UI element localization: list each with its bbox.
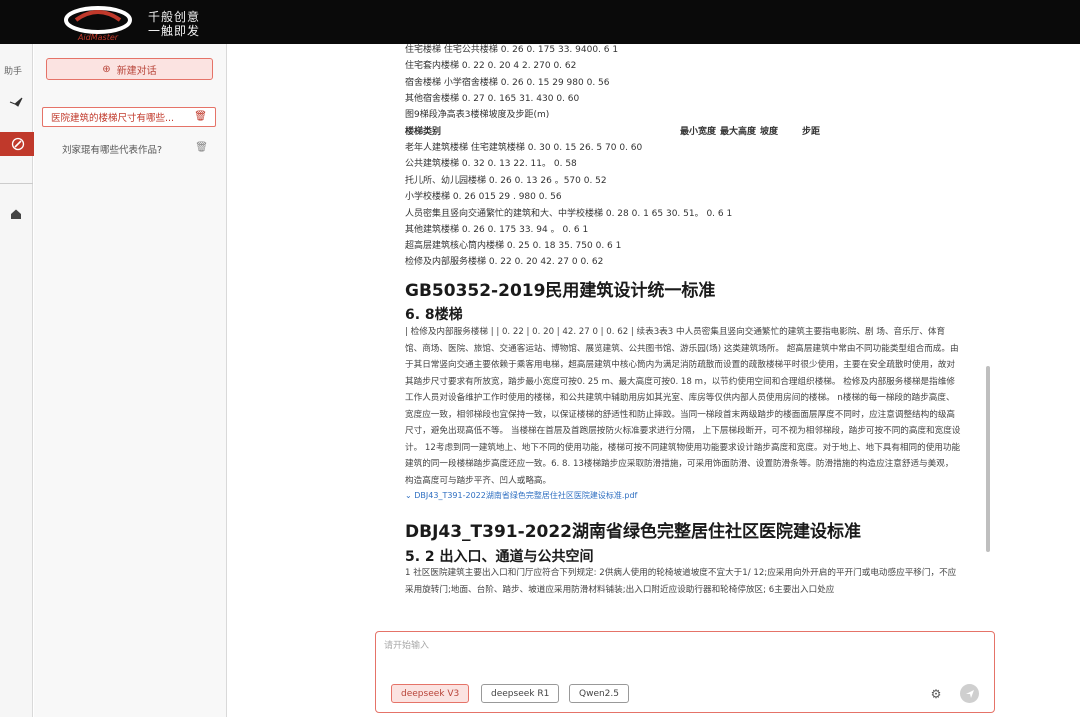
aidmaster-logo: AidMaster xyxy=(64,6,132,42)
answer-content: 住宅楼梯 住宅公共楼梯 0. 26 0. 175 33. 9400. 6 1 住… xyxy=(382,44,988,604)
table-row: 检修及内部服务楼梯 0. 22 0. 20 42. 27 0 0. 62 xyxy=(405,257,604,267)
model-qwen-button[interactable]: Qwen2.5 xyxy=(569,684,629,703)
section-subheading: 6. 8楼梯 xyxy=(405,307,463,323)
table-header-slope: 坡度 xyxy=(760,127,779,137)
conversation-sidebar: ⊕ 新建对话 医院建筑的楼梯尺寸有哪些... 🗑 刘家琨有哪些代表作品? 🗑 xyxy=(34,44,227,717)
table-row: 小学校楼梯 0. 26 015 29 . 980 0. 56 xyxy=(405,192,562,202)
table-row: 老年人建筑楼梯 住宅建筑楼梯 0. 30 0. 15 26. 5 70 0. 6… xyxy=(405,143,643,153)
model-deepseek-r1-button[interactable]: deepseek R1 xyxy=(481,684,560,703)
table-row: 其他建筑楼梯 0. 26 0. 175 33. 94 。 0. 6 1 xyxy=(405,225,589,235)
left-rail: 助手 xyxy=(0,44,36,717)
pdf-source-link[interactable]: ⌄ DBJ43_T391-2022湖南省绿色完整居住社区医院建设标准.pdf xyxy=(405,490,637,501)
table-row: 住宅楼梯 住宅公共楼梯 0. 26 0. 175 33. 9400. 6 1 xyxy=(405,45,619,55)
home-icon[interactable] xyxy=(8,206,24,222)
table-header-step: 步距 xyxy=(802,127,821,137)
table-row: 其他宿舍楼梯 0. 27 0. 165 31. 430 0. 60 xyxy=(405,94,580,104)
slogan-line-1: 千般创意 xyxy=(148,10,201,24)
table-header-max-height: 最大高度 xyxy=(720,127,757,137)
slogan: 千般创意 一触即发 xyxy=(148,10,200,38)
table-row: 公共建筑楼梯 0. 32 0. 13 22. 11。 0. 58 xyxy=(405,159,577,169)
plus-circle-icon: ⊕ xyxy=(102,63,111,75)
conversation-item[interactable]: 刘家琨有哪些代表作品? 🗑 xyxy=(42,139,216,159)
conversation-item-active[interactable]: 医院建筑的楼梯尺寸有哪些... 🗑 xyxy=(42,107,216,127)
slogan-line-2: 一触即发 xyxy=(148,24,201,38)
send-icon[interactable] xyxy=(960,684,979,703)
assistant-label: 助手 xyxy=(4,67,23,77)
pen-icon[interactable] xyxy=(0,132,36,156)
table-row: 托儿所、幼儿园楼梯 0. 26 0. 13 26 。570 0. 52 xyxy=(405,176,607,186)
top-bar: AidMaster 千般创意 一触即发 xyxy=(0,0,1080,44)
table-caption: 图9梯段净高表3楼梯坡度及步距(m) xyxy=(405,110,550,120)
table-row: 住宅套内楼梯 0. 22 0. 20 4 2. 270 0. 62 xyxy=(405,61,577,71)
section-subheading: 5. 2 出入口、通道与公共空间 xyxy=(405,549,594,565)
svg-text:AidMaster: AidMaster xyxy=(77,33,119,42)
section-heading: GB50352-2019民用建筑设计统一标准 xyxy=(405,281,716,301)
conversation-title: 医院建筑的楼梯尺寸有哪些... xyxy=(51,113,175,124)
trash-icon[interactable]: 🗑 xyxy=(195,142,208,153)
content-scrollbar[interactable] xyxy=(986,366,990,552)
trash-icon[interactable]: 🗑 xyxy=(194,111,207,122)
table-row: 超高层建筑核心筒内楼梯 0. 25 0. 18 35. 750 0. 6 1 xyxy=(405,241,622,251)
message-input[interactable]: 请开始输入 xyxy=(384,638,429,651)
section-paragraph: 1 社区医院建筑主要出入口和门厅应符合下列规定: 2供病人使用的轮椅坡道坡度不宜… xyxy=(405,568,957,595)
new-chat-label: 新建对话 xyxy=(116,65,157,77)
table-header-category: 楼梯类别 xyxy=(405,127,442,137)
rail-divider xyxy=(0,183,33,184)
chevron-down-icon: ⌄ xyxy=(405,491,415,500)
section-paragraph: | 检修及内部服务楼梯 | | 0. 22 | 0. 20 | 42. 27 0… xyxy=(405,327,961,486)
table-header-min-width: 最小宽度 xyxy=(680,127,717,137)
conversation-title: 刘家琨有哪些代表作品? xyxy=(62,145,163,156)
chat-composer[interactable]: 请开始输入 deepseek V3 deepseek R1 Qwen2.5 ⚙ xyxy=(375,631,995,713)
pdf-link-text: DBJ43_T391-2022湖南省绿色完整居住社区医院建设标准.pdf xyxy=(414,491,638,500)
bird-icon[interactable] xyxy=(8,94,24,110)
gear-icon[interactable]: ⚙ xyxy=(927,685,945,703)
table-row: 宿舍楼梯 小学宿舍楼梯 0. 26 0. 15 29 980 0. 56 xyxy=(405,78,610,88)
new-chat-button[interactable]: ⊕ 新建对话 xyxy=(46,58,213,80)
section-heading: DBJ43_T391-2022湖南省绿色完整居住社区医院建设标准 xyxy=(405,522,862,542)
table-row: 人员密集且竖向交通繁忙的建筑和大、中学校楼梯 0. 28 0. 1 65 30.… xyxy=(405,209,733,219)
model-deepseek-v3-button[interactable]: deepseek V3 xyxy=(391,684,470,703)
